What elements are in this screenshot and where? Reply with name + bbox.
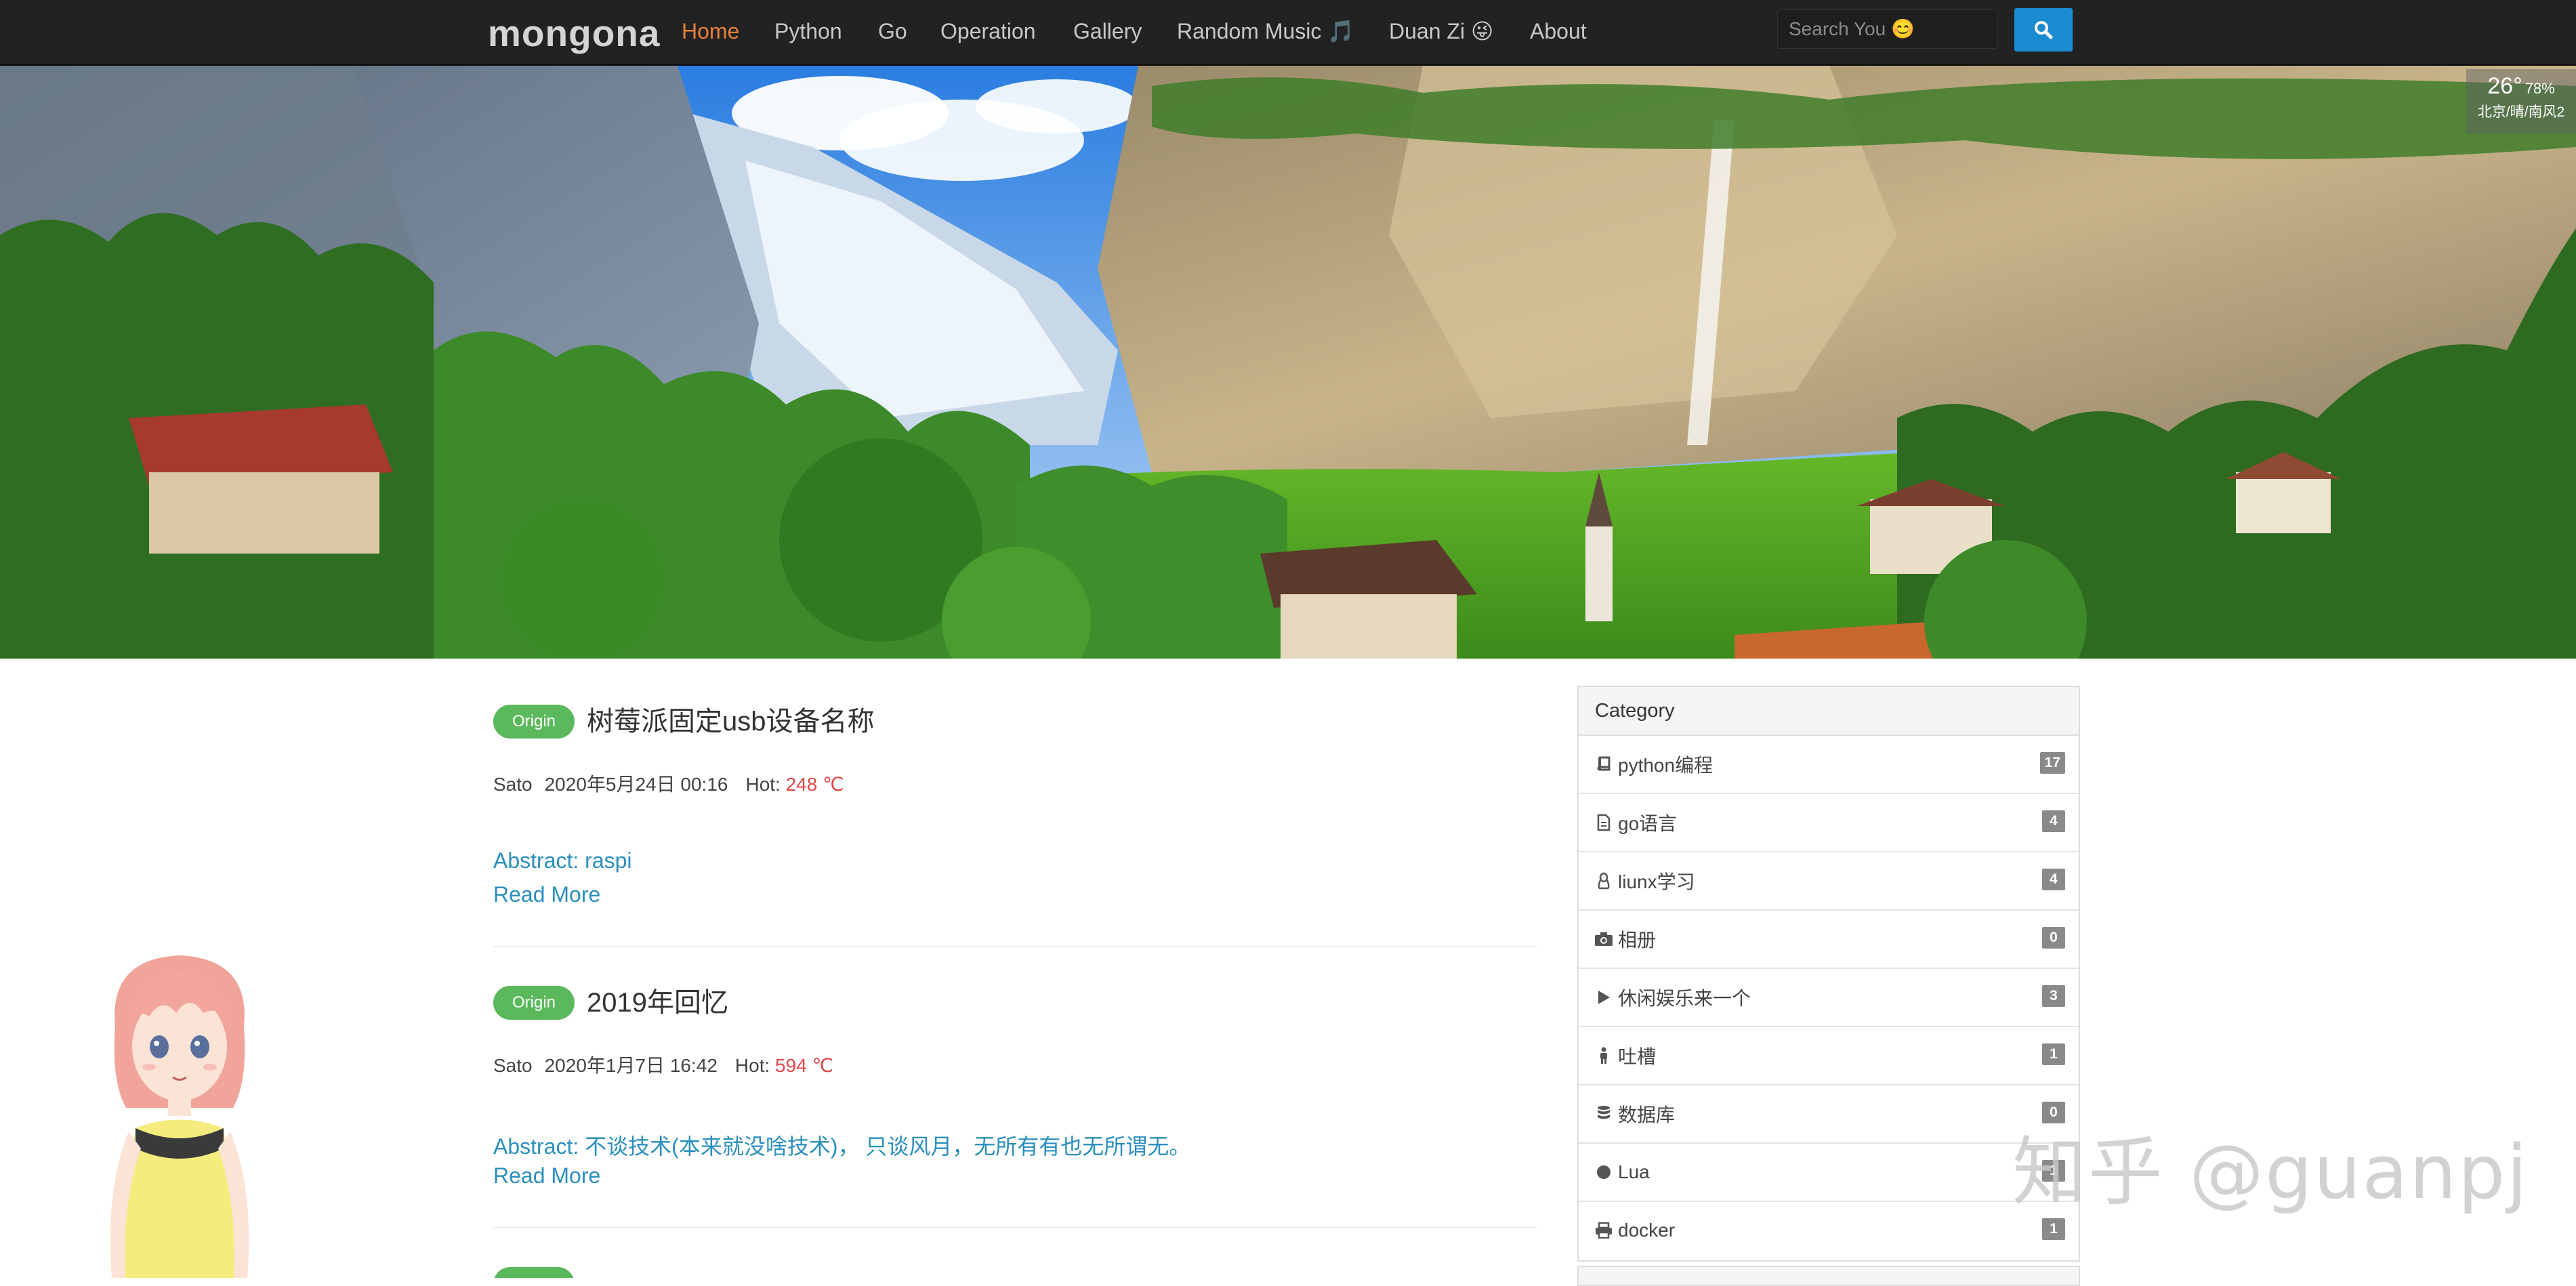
category-item[interactable]: Lua 1	[1579, 1144, 2079, 1202]
search-icon	[2035, 21, 2053, 39]
weather-temperature: 26°	[2487, 73, 2522, 99]
weather-humidity: 78%	[2525, 80, 2555, 97]
circle-icon	[1594, 1164, 1614, 1180]
nav-gallery[interactable]: Gallery	[1073, 14, 1142, 49]
site-brand[interactable]: mongona	[488, 9, 660, 57]
weather-condition: 北京/晴/南风2	[2477, 104, 2565, 120]
camera-icon	[1594, 932, 1614, 947]
category-label: python编程	[1618, 755, 1713, 776]
origin-badge: Origin	[493, 986, 575, 1020]
category-heading: Category	[1579, 687, 2079, 736]
post-author: Sato	[493, 774, 533, 795]
linux-icon	[1594, 872, 1614, 890]
zhihu-watermark: 知乎 @guanpj	[2012, 1129, 2529, 1216]
post-author: Sato	[493, 1055, 533, 1076]
category-label: go语言	[1618, 813, 1678, 834]
read-more-link[interactable]: Read More	[493, 882, 600, 907]
printer-icon	[1594, 1222, 1614, 1239]
category-label: 相册	[1618, 930, 1657, 951]
category-item[interactable]: 相册 0	[1579, 911, 2079, 969]
category-item[interactable]: go语言 4	[1579, 794, 2079, 852]
category-count-badge: 4	[2042, 810, 2065, 832]
database-icon	[1594, 1105, 1614, 1123]
book-icon	[1594, 756, 1614, 772]
category-label: 吐槽	[1618, 1046, 1657, 1067]
category-count-badge: 4	[2042, 869, 2065, 890]
category-item[interactable]: python编程 17	[1579, 736, 2079, 794]
nav-home[interactable]: Home	[682, 14, 739, 49]
weather-widget: 26° 78% 北京/晴/南风2	[2466, 69, 2576, 133]
top-navbar: mongona Home Python Go Operation Gallery…	[0, 0, 2576, 66]
origin-badge	[493, 1267, 575, 1278]
category-item[interactable]: 吐槽 1	[1579, 1027, 2079, 1085]
hot-label: Hot:	[734, 1055, 770, 1076]
search-button[interactable]	[2014, 8, 2073, 51]
category-item[interactable]: docker 1	[1579, 1202, 2079, 1259]
post-abstract: Abstract: 不谈技术(本来就没啥技术)， 只谈风月，无所有有也无所谓无。	[493, 1134, 1191, 1159]
nav-operation[interactable]: Operation	[940, 14, 1036, 49]
category-label: Lua	[1618, 1161, 1650, 1182]
origin-badge: Origin	[493, 705, 575, 739]
post-meta: Sato 2020年5月24日 00:16 Hot: 248 ℃	[493, 770, 844, 797]
category-label: docker	[1618, 1220, 1676, 1241]
person-icon	[1594, 1047, 1614, 1064]
category-label: liunx学习	[1618, 871, 1695, 892]
post-abstract: Abstract: raspi	[493, 848, 632, 873]
category-label: 休闲娱乐来一个	[1618, 988, 1751, 1009]
post-card: Origin 树莓派固定usb设备名称 Sato 2020年5月24日 00:16…	[493, 705, 1537, 949]
hero-banner-image	[0, 66, 2576, 659]
nav-python[interactable]: Python	[774, 14, 842, 49]
post-card: Origin 2019年回忆 Sato 2020年1月7日 16:42 Hot: 5…	[493, 986, 1537, 1230]
category-count-badge: 1	[2042, 1218, 2065, 1240]
post-divider	[493, 1227, 1537, 1228]
category-count-badge: 1	[2042, 1043, 2065, 1065]
next-sidebar-panel	[1577, 1266, 2080, 1286]
nav-go[interactable]: Go	[878, 14, 907, 49]
category-label: 数据库	[1618, 1104, 1676, 1125]
post-title[interactable]: 2019年回忆	[587, 986, 728, 1020]
post-date: 2020年1月7日 16:42	[544, 1055, 718, 1076]
hot-value: 594 ℃	[775, 1055, 833, 1076]
play-icon	[1594, 989, 1614, 1005]
post-title[interactable]: 树莓派固定usb设备名称	[587, 705, 875, 739]
hot-value: 248 ℃	[785, 774, 844, 795]
post-date: 2020年5月24日 00:16	[544, 774, 728, 795]
read-more-link[interactable]: Read More	[493, 1163, 600, 1188]
post-divider	[493, 946, 1537, 947]
nav-duan-zi[interactable]: Duan Zi 😜	[1389, 14, 1493, 49]
category-item[interactable]: 数据库 0	[1579, 1085, 2079, 1144]
category-panel: Category python编程 17 go语言 4 liunx学习 4 相册…	[1577, 686, 2080, 1262]
category-item[interactable]: 休闲娱乐来一个 3	[1579, 969, 2079, 1027]
search-input[interactable]	[1777, 9, 1997, 49]
category-count-badge: 17	[2039, 752, 2065, 774]
category-item[interactable]: liunx学习 4	[1579, 852, 2079, 911]
category-count-badge: 0	[2042, 927, 2065, 949]
anime-girl-mascot	[110, 955, 249, 1278]
live2d-mascot-widget[interactable]	[88, 945, 271, 1281]
post-meta: Sato 2020年1月7日 16:42 Hot: 594 ℃	[493, 1051, 833, 1078]
nav-about[interactable]: About	[1530, 14, 1587, 49]
valley-landscape	[0, 66, 2576, 659]
file-icon	[1594, 814, 1614, 831]
category-count-badge: 3	[2042, 985, 2065, 1007]
post-card	[493, 1267, 1537, 1278]
nav-random-music[interactable]: Random Music 🎵	[1177, 14, 1354, 49]
hot-label: Hot:	[745, 774, 781, 795]
